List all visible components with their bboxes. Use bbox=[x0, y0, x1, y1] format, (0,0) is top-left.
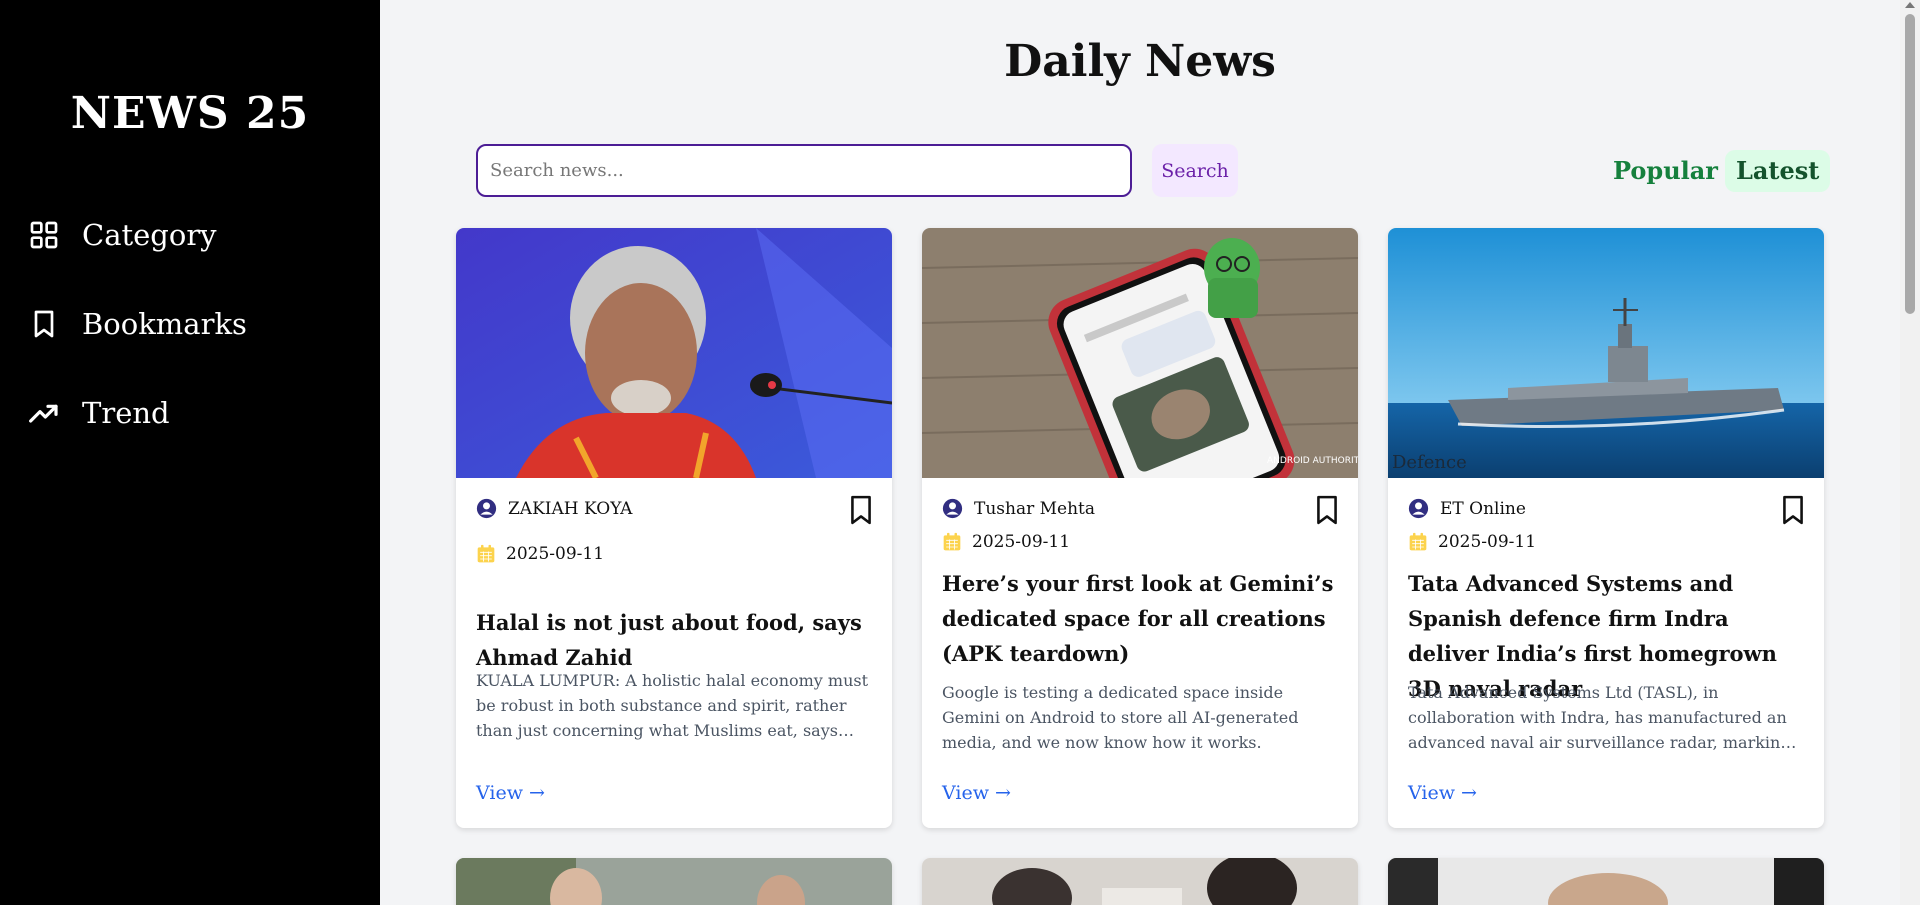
page-scrollbar[interactable] bbox=[1900, 0, 1920, 905]
article-image[interactable]: Defence bbox=[1388, 228, 1824, 478]
bookmark-icon bbox=[34, 310, 54, 338]
article-title[interactable]: Halal is not just about food, says Ahmad… bbox=[476, 605, 872, 675]
svg-text:Defence: Defence bbox=[1392, 452, 1467, 473]
search-input[interactable] bbox=[476, 144, 1132, 197]
view-article-link[interactable]: View → bbox=[1408, 782, 1477, 804]
article-description: Google is testing a dedicated space insi… bbox=[942, 683, 1299, 752]
brand-logo[interactable]: NEWS 25 bbox=[0, 88, 380, 139]
news-card-partial[interactable] bbox=[922, 858, 1358, 905]
grid-icon bbox=[30, 221, 58, 249]
article-author: ZAKIAH KOYA bbox=[476, 498, 632, 519]
news-card: ANDROID AUTHORITY Tushar Mehta 2025-09-1… bbox=[922, 228, 1358, 828]
sidebar-item-trend[interactable]: Trend bbox=[28, 396, 170, 430]
author-name: ET Online bbox=[1440, 498, 1526, 519]
article-author: Tushar Mehta bbox=[942, 498, 1095, 519]
news-card: ZAKIAH KOYA 2025-09-11 Halal is not just… bbox=[456, 228, 892, 828]
view-article-link[interactable]: View → bbox=[476, 782, 545, 804]
article-image[interactable]: ANDROID AUTHORITY bbox=[922, 228, 1358, 478]
article-date: 2025-09-11 bbox=[1408, 532, 1536, 552]
calendar-icon bbox=[477, 544, 495, 563]
svg-text:ANDROID AUTHORITY: ANDROID AUTHORITY bbox=[1267, 456, 1358, 466]
user-circle-icon bbox=[1408, 498, 1429, 519]
article-description: KUALA LUMPUR: A holistic halal economy m… bbox=[476, 671, 869, 740]
news-card-partial[interactable] bbox=[456, 858, 892, 905]
filter-popular-button[interactable]: Popular bbox=[1602, 150, 1729, 192]
bookmark-icon[interactable] bbox=[848, 495, 874, 525]
article-image bbox=[456, 858, 892, 905]
view-article-link[interactable]: View → bbox=[942, 782, 1011, 804]
sidebar-item-label: Category bbox=[82, 218, 217, 252]
calendar-icon bbox=[943, 532, 961, 551]
search-button[interactable]: Search bbox=[1152, 144, 1238, 197]
trending-up-icon bbox=[29, 404, 58, 423]
author-name: Tushar Mehta bbox=[974, 498, 1096, 519]
sidebar: NEWS 25 Category Bookmarks Trend bbox=[0, 0, 380, 905]
sidebar-item-bookmarks[interactable]: Bookmarks bbox=[28, 307, 247, 341]
scroll-thumb[interactable] bbox=[1905, 14, 1915, 314]
user-circle-icon bbox=[942, 498, 963, 519]
article-image bbox=[1388, 858, 1824, 905]
news-card: Defence ET Online 2025-09-11 Tata Advanc… bbox=[1388, 228, 1824, 828]
filter-latest-button[interactable]: Latest bbox=[1725, 150, 1831, 192]
article-image[interactable] bbox=[456, 228, 892, 478]
article-date: 2025-09-11 bbox=[476, 544, 604, 564]
bookmark-icon[interactable] bbox=[1780, 495, 1806, 525]
calendar-icon bbox=[1409, 532, 1427, 551]
article-date: 2025-09-11 bbox=[942, 532, 1070, 552]
sidebar-item-label: Bookmarks bbox=[82, 307, 247, 341]
article-title[interactable]: Here’s your first look at Gemini’s dedic… bbox=[942, 566, 1338, 671]
author-name: ZAKIAH KOYA bbox=[508, 498, 633, 519]
sidebar-item-category[interactable]: Category bbox=[28, 218, 217, 252]
article-image bbox=[922, 858, 1358, 905]
article-author: ET Online bbox=[1408, 498, 1526, 519]
article-description: Tata Advanced Systems Ltd (TASL), in col… bbox=[1408, 683, 1791, 752]
news-card-partial[interactable] bbox=[1388, 858, 1824, 905]
bookmark-icon[interactable] bbox=[1314, 495, 1340, 525]
scroll-up-arrow[interactable] bbox=[1905, 2, 1915, 8]
main-content: Daily News Search Popular Latest bbox=[380, 0, 1900, 905]
sidebar-item-label: Trend bbox=[82, 396, 170, 430]
page-title: Daily News bbox=[1004, 36, 1276, 87]
user-circle-icon bbox=[476, 498, 497, 519]
